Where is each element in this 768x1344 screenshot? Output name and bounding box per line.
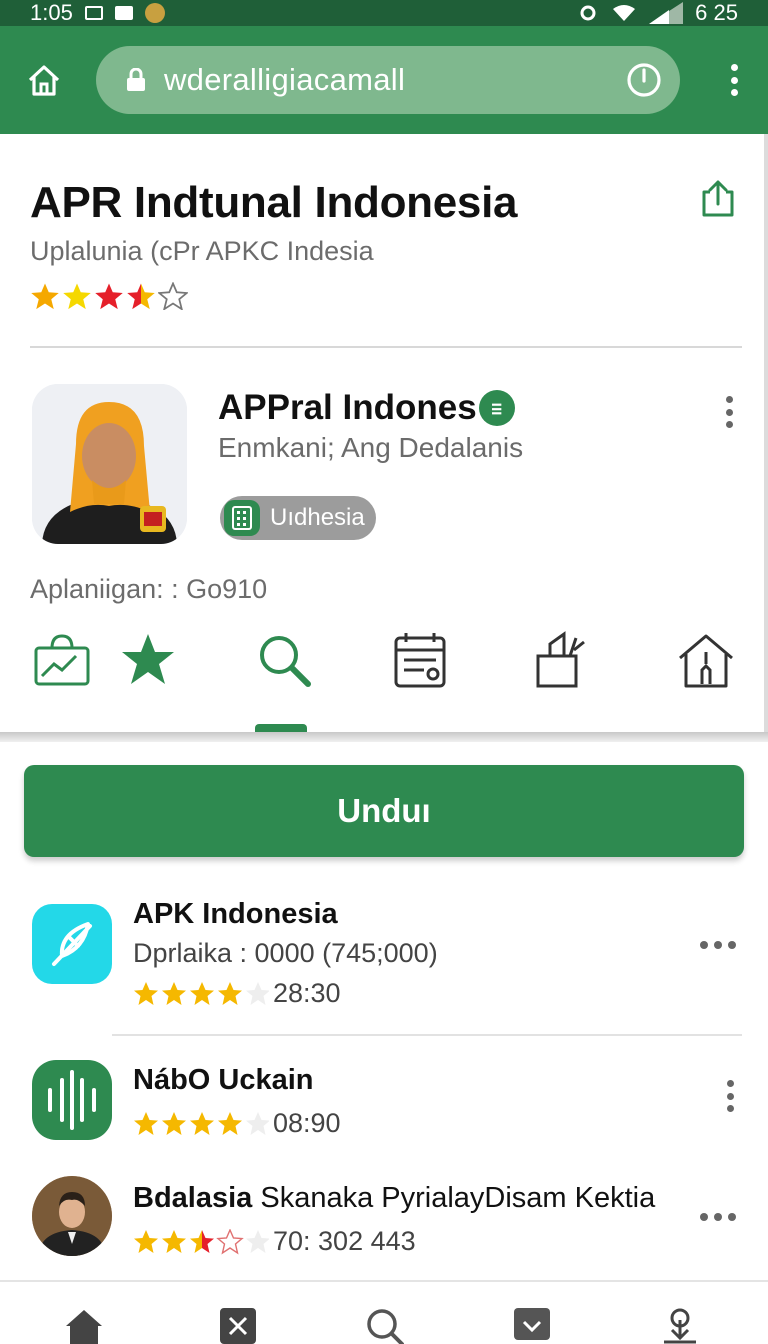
more-options-icon[interactable]	[726, 1080, 734, 1112]
list-item-subtitle: Dprlaika : 0000 (745;000)	[133, 938, 438, 968]
status-right-time: 6 25	[695, 0, 738, 25]
list-item-title-rest: Skanaka PyrialayDisam Kektia	[252, 1182, 656, 1214]
tab-indicator	[255, 724, 307, 732]
url-text: wderalligiacamall	[164, 62, 406, 97]
notification-icon	[84, 6, 103, 20]
more-options-icon[interactable]	[700, 940, 736, 950]
page-subtitle: Uplalunia (cPr APKC Indesia	[30, 236, 374, 266]
divider	[30, 346, 742, 348]
list-item-rating: 08:90	[133, 1108, 341, 1139]
profile-photo	[32, 384, 187, 544]
house-icon[interactable]	[676, 630, 736, 690]
star-icon[interactable]	[118, 630, 178, 690]
chart-bag-icon[interactable]	[32, 630, 92, 690]
bottom-navigation	[0, 1280, 768, 1344]
verified-badge: ⲷ	[478, 390, 515, 426]
profile-name: APPral Indones	[218, 388, 477, 427]
gear-icon	[580, 5, 596, 21]
profile-subtitle: Enmkani; Ang Dedalanis	[218, 432, 524, 463]
category-chip[interactable]: Uıdhesia	[220, 496, 376, 540]
home-icon[interactable]	[64, 1306, 104, 1344]
action-icon-row	[0, 630, 768, 700]
list-item-title-bold: Bdalasia	[133, 1182, 253, 1214]
app-info-label: Aplaniigan: : Go910	[30, 574, 268, 604]
power-icon[interactable]	[626, 62, 662, 98]
list-item-title: NábO Uckain	[133, 1064, 314, 1096]
list-item-rating-value: 28:30	[273, 978, 341, 1008]
home-icon[interactable]	[26, 62, 62, 98]
list-item[interactable]: NábO Uckain 08:90	[0, 1060, 768, 1162]
list-item[interactable]: Bdalasia Skanaka PyrialayDisam Kektia 70…	[0, 1176, 768, 1278]
lock-icon	[127, 68, 145, 91]
calendar-icon[interactable]	[390, 630, 450, 690]
profile-menu-icon[interactable]	[725, 396, 733, 428]
list-item-rating: 70: 302 443	[133, 1226, 416, 1257]
status-bar: 1:05 6 25	[0, 0, 768, 26]
app-badge-icon	[144, 3, 165, 23]
star-icon	[95, 283, 123, 310]
list-item-rating-value: 08:90	[273, 1108, 341, 1138]
half-star-icon	[127, 283, 155, 310]
chip-label: Uıdhesia	[270, 504, 365, 531]
header-rating	[30, 282, 188, 310]
browser-menu-icon[interactable]	[730, 64, 738, 96]
download-button[interactable]: Unduı	[24, 765, 744, 857]
person-avatar	[32, 1176, 112, 1256]
list-item-title: Bdalasia Skanaka PyrialayDisam Kektia	[133, 1182, 655, 1215]
download-icon[interactable]	[660, 1306, 700, 1344]
signal-icon	[649, 2, 684, 24]
sound-wave-icon	[32, 1060, 112, 1140]
app-notification-icon	[114, 6, 133, 20]
search-icon[interactable]	[254, 630, 314, 690]
list-item[interactable]: APK Indonesia Dprlaika : 0000 (745;000) …	[0, 898, 768, 1028]
list-item-title: APK Indonesia	[133, 898, 338, 930]
divider	[112, 1034, 742, 1036]
search-icon[interactable]	[364, 1306, 404, 1344]
profile-name-row: APPral Indones ⲷ	[218, 388, 515, 428]
list-item-rating: 28:30	[133, 978, 341, 1009]
share-icon[interactable]	[698, 178, 738, 218]
check-box-icon[interactable]	[512, 1306, 552, 1344]
section-separator	[0, 732, 768, 742]
url-bar[interactable]: wderalligiacamall	[96, 46, 680, 114]
star-icon	[63, 283, 91, 310]
bucket-icon[interactable]	[530, 630, 590, 690]
status-time: 1:05	[30, 0, 73, 25]
empty-star-icon	[158, 282, 188, 310]
star-icon	[31, 283, 59, 310]
calculator-icon	[224, 500, 260, 536]
close-box-icon[interactable]	[218, 1306, 258, 1344]
list-item-rating-value: 70: 302 443	[273, 1226, 416, 1256]
wifi-icon	[613, 5, 636, 21]
feather-icon	[32, 904, 112, 984]
browser-toolbar: wderalligiacamall	[0, 26, 768, 134]
more-options-icon[interactable]	[700, 1212, 736, 1222]
app-header-card: APR Indtunal Indonesia Uplalunia (cPr AP…	[0, 134, 768, 734]
page-title: APR Indtunal Indonesia	[30, 178, 518, 227]
